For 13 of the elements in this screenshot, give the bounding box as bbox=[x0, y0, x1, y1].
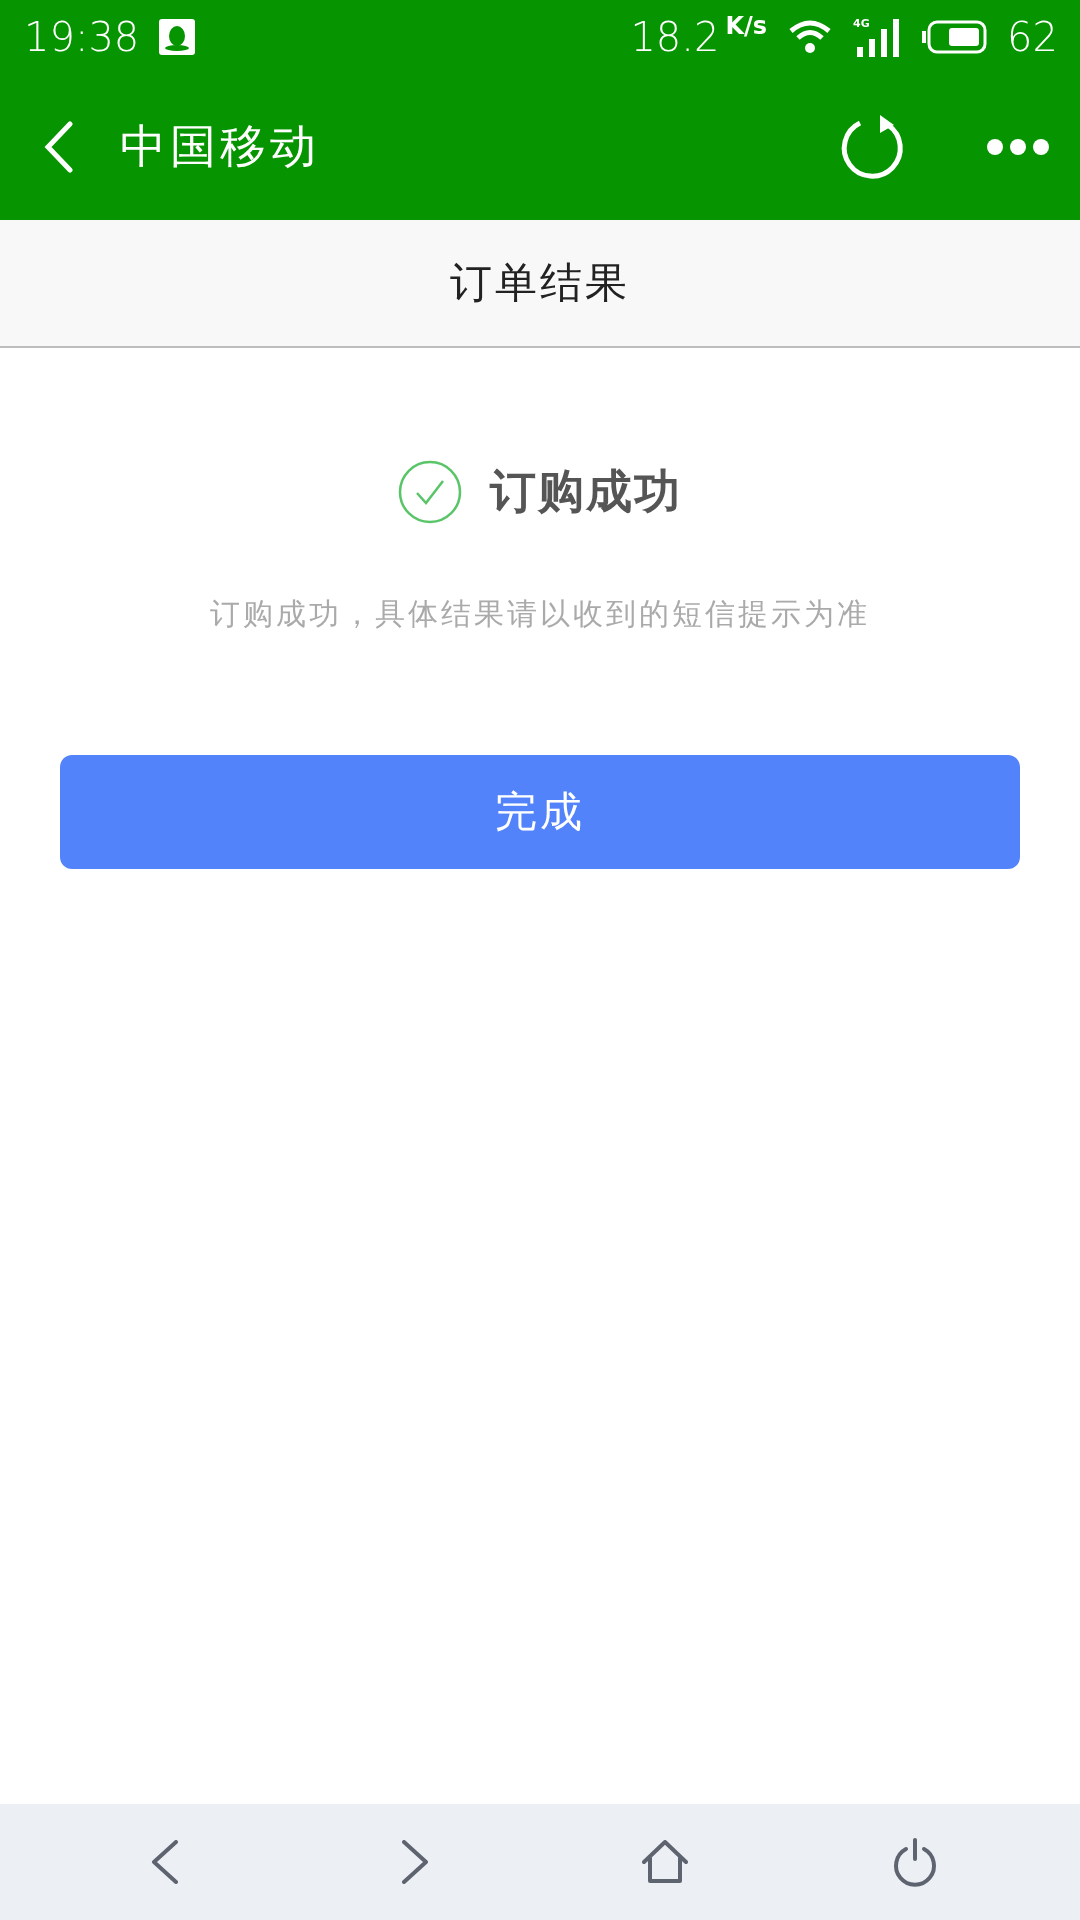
network-speed: 18.2 bbox=[630, 14, 720, 60]
back-icon[interactable] bbox=[44, 121, 74, 173]
clock: 19:38 bbox=[24, 14, 140, 60]
app-title: 中国移动 bbox=[120, 118, 320, 175]
speed-unit: K/s bbox=[725, 12, 768, 40]
check-circle-icon bbox=[398, 460, 462, 524]
more-icon[interactable] bbox=[986, 138, 1050, 156]
done-button[interactable]: 完成 bbox=[60, 755, 1020, 869]
result-message: 订购成功，具体结果请以收到的短信提示为准 bbox=[210, 595, 870, 633]
battery-level: 62 bbox=[1007, 14, 1058, 60]
battery-icon bbox=[921, 20, 988, 54]
result-title: 订购成功 bbox=[490, 463, 682, 520]
page-title: 订单结果 bbox=[450, 257, 630, 309]
